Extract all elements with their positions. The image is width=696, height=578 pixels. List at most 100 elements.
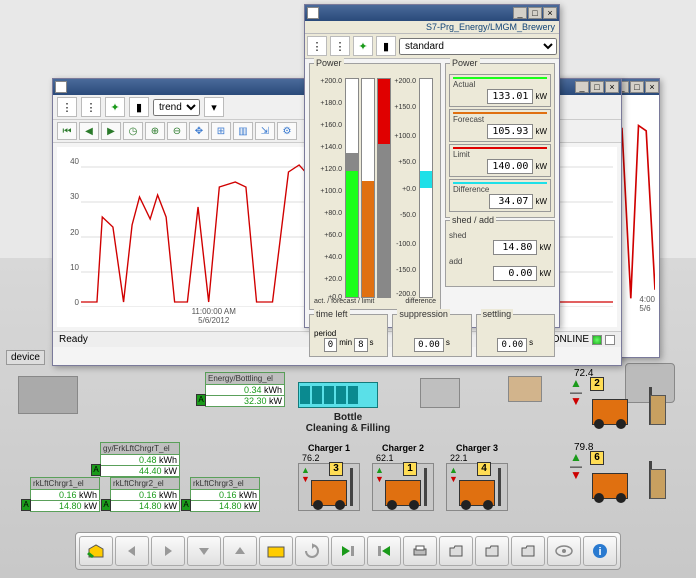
ruler-icon[interactable]: ⊞	[211, 122, 231, 140]
user-icon[interactable]: ▮	[376, 36, 396, 56]
tool-button[interactable]: ⋮	[57, 97, 77, 117]
forward-button[interactable]: ▶	[101, 122, 121, 140]
bar-scale-left: +200.0 +180.0 +160.0 +140.0 +120.0 +100.…	[314, 78, 344, 298]
user-icon[interactable]: ▮	[129, 97, 149, 117]
tool-button[interactable]: ▾	[204, 97, 224, 117]
value-forecast: Forecast 105.93kW	[449, 109, 551, 142]
forklift-icon: 2	[584, 379, 652, 429]
power-toolbar: ⋮ ⋮ ✦ ▮ standard	[305, 34, 559, 59]
bar-actual	[345, 78, 359, 298]
tool-button[interactable]: ⋮	[81, 97, 101, 117]
meter-title: rkLftChrgr3_el	[191, 478, 259, 489]
zoom-in-icon[interactable]: ⊕	[145, 122, 165, 140]
layout-select[interactable]: standard	[399, 38, 557, 55]
meter-charger2[interactable]: rkLftChrgr2_el 0.16 kWh 14.80 kW A	[110, 477, 180, 512]
signal-icon[interactable]: ✦	[353, 36, 373, 56]
rewind-button[interactable]: ⏮	[57, 122, 77, 140]
charger-2[interactable]: Charger 2 62.1 ▲▼ 1	[372, 443, 434, 511]
clock-icon[interactable]: ◷	[123, 122, 143, 140]
meter-charger1[interactable]: rkLftChrgr1_el 0.16 kWh 14.80 kW A	[30, 477, 100, 512]
time-settling-group: settling 0.00s	[476, 314, 555, 357]
forklift-icon: ▲▼ 3	[298, 463, 360, 511]
back-button[interactable]: ◀	[79, 122, 99, 140]
nav-refresh-button[interactable]	[295, 536, 329, 566]
forklift-icon: ▲▼ 4	[446, 463, 508, 511]
svg-text:i: i	[598, 546, 601, 558]
signal-icon[interactable]: ✦	[105, 97, 125, 117]
nav-open-button[interactable]	[439, 536, 473, 566]
nav-open2-button[interactable]	[475, 536, 509, 566]
close-button[interactable]: ×	[605, 81, 619, 93]
zoom-out-icon[interactable]: ⊖	[167, 122, 187, 140]
nav-down-button[interactable]	[187, 536, 221, 566]
minimize-button[interactable]: _	[513, 7, 527, 19]
nav-back-button[interactable]	[115, 536, 149, 566]
forklift-a[interactable]: 72.4 ▲—▼ 2	[570, 368, 660, 429]
bar-forecast	[361, 78, 375, 298]
box-graphic	[508, 376, 542, 402]
chart-icon[interactable]: ▥	[233, 122, 253, 140]
value-shed: shed 14.80kW	[449, 231, 551, 255]
charger-rank: 4	[477, 462, 491, 476]
bar-footer: difference	[405, 298, 436, 305]
forklift-icon: 6	[584, 453, 652, 503]
move-icon[interactable]: ✥	[189, 122, 209, 140]
nav-up-button[interactable]	[223, 536, 257, 566]
close-button[interactable]: ×	[543, 7, 557, 19]
group-legend: settling	[481, 309, 514, 319]
value-difference: Difference 34.07kW	[449, 179, 551, 212]
forklift-b[interactable]: 79.8 ▲—▼ 6	[570, 442, 660, 503]
close-button[interactable]: ×	[645, 81, 659, 93]
export-icon[interactable]: ⇲	[255, 122, 275, 140]
forklift-value: 79.8	[570, 442, 660, 453]
window-subtitle: S7-Prg_Energy/LMGM_Brewery	[305, 21, 559, 34]
window-icon	[55, 81, 67, 93]
charger-title: Charger 1	[298, 443, 360, 453]
forklift-value: 72.4	[570, 368, 660, 379]
bar-scale-diff: +200.0 +150.0 +100.0 +50.0 +0.0 -50.0 -1…	[392, 78, 418, 298]
maximize-button[interactable]: □	[590, 81, 604, 93]
status-text: Ready	[59, 334, 88, 345]
nav-forward-button[interactable]	[151, 536, 185, 566]
nav-print-button[interactable]	[403, 536, 437, 566]
y-axis: 0 10 20 30 40	[57, 147, 81, 307]
charger-rank: 1	[403, 462, 417, 476]
meter-title: Energy/Bottling_el	[206, 373, 284, 384]
maximize-button[interactable]: □	[630, 81, 644, 93]
value-add: add 0.00kW	[449, 257, 551, 281]
meter-charger3[interactable]: rkLftChrgr3_el 0.16 kWh 14.80 kW A	[190, 477, 260, 512]
pallet-icon	[650, 395, 666, 425]
time-period-group: time left period 0min 8s	[309, 314, 388, 357]
tool-button[interactable]: ⋮	[307, 36, 327, 56]
bar-limit	[377, 78, 391, 298]
charger-title: Charger 3	[446, 443, 508, 453]
minimize-button[interactable]: _	[575, 81, 589, 93]
trend-select[interactable]: trend	[153, 99, 200, 116]
nav-folder-button[interactable]	[259, 536, 293, 566]
nav-view-button[interactable]	[547, 536, 581, 566]
nav-exit-button[interactable]	[367, 536, 401, 566]
nav-info-button[interactable]: i	[583, 536, 617, 566]
nav-enter-button[interactable]	[331, 536, 365, 566]
priority-arrows-icon: ▲—▼	[570, 453, 582, 480]
shed-add-group: shed / add shed 14.80kW add 0.00kW	[445, 220, 555, 287]
bottle-machine-label: Bottle Cleaning & Filling	[298, 412, 398, 434]
charger-title: Charger 2	[372, 443, 434, 453]
meter-indicator: A	[196, 394, 206, 406]
tool-button[interactable]: ⋮	[330, 36, 350, 56]
settings-icon[interactable]: ⚙	[277, 122, 297, 140]
value-limit: Limit 140.00kW	[449, 144, 551, 177]
power-window[interactable]: _ □ × S7-Prg_Energy/LMGM_Brewery ⋮ ⋮ ✦ ▮…	[304, 4, 560, 328]
meter-indicator: A	[21, 499, 31, 511]
meter-bottling[interactable]: Energy/Bottling_el 0.34 kWh 32.30 kW A	[205, 372, 285, 407]
maximize-button[interactable]: □	[528, 7, 542, 19]
nav-home-button[interactable]	[79, 536, 113, 566]
meter-chargerT[interactable]: gy/FrkLftChrgrT_el 0.48 kWh 44.40 kW A	[100, 442, 180, 477]
group-legend: time left	[314, 309, 350, 319]
nav-open3-button[interactable]	[511, 536, 545, 566]
charger-1[interactable]: Charger 1 76.2 ▲▼ 3	[298, 443, 360, 511]
bottle-machine-graphic	[298, 382, 378, 408]
meter-indicator: A	[91, 464, 101, 476]
charger-3[interactable]: Charger 3 22.1 ▲▼ 4	[446, 443, 508, 511]
power-values-group: Power Actual 133.01kW Forecast 105.93kW …	[445, 63, 555, 218]
